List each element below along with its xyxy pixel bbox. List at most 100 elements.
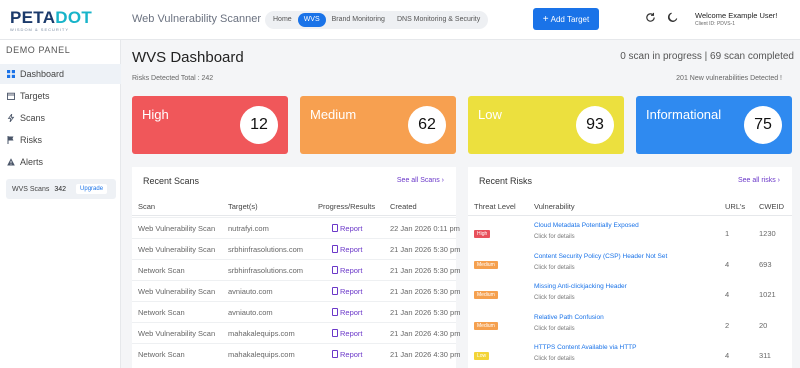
sidebar-item-targets[interactable]: Targets [0, 86, 121, 106]
add-target-button[interactable]: + Add Target [533, 8, 599, 30]
document-icon [332, 266, 338, 274]
threat-level-badge: High [474, 230, 491, 238]
report-link[interactable]: Report [332, 308, 363, 317]
row-divider [132, 259, 456, 260]
sidebar-item-scans[interactable]: Scans [0, 108, 121, 128]
high-count: 12 [240, 106, 278, 144]
vulnerability-link[interactable]: HTTPS Content Available via HTTP [534, 344, 636, 351]
card-informational[interactable]: Informational 75 [636, 96, 792, 154]
scan-target: srbhinfrasolutions.com [228, 266, 304, 275]
table-row: Web Vulnerability Scan mahakalequips.com R… [132, 322, 460, 348]
scan-type: Web Vulnerability Scan [138, 329, 216, 338]
table-row: Medium Relative Path Confusion Click for d… [468, 312, 792, 342]
cweid: 311 [759, 351, 771, 360]
click-for-details[interactable]: Click for details [534, 356, 575, 362]
report-link[interactable]: Report [332, 287, 363, 296]
recent-risks-panel: Recent Risks See all risks › Threat Leve… [468, 167, 792, 368]
url-count: 4 [725, 259, 730, 269]
chevron-right-icon: › [441, 177, 444, 184]
scan-count: 342 [54, 185, 67, 193]
row-divider [132, 322, 456, 323]
url-count: 2 [725, 320, 730, 330]
sidebar-item-alerts[interactable]: Alerts [0, 152, 121, 172]
nav-wvs[interactable]: WVS [297, 13, 326, 27]
upgrade-button[interactable]: Upgrade [76, 184, 108, 194]
see-all-scans-link[interactable]: See all Scans › [397, 177, 444, 184]
document-icon [332, 245, 338, 253]
nav-dns-monitoring[interactable]: DNS Monitoring & Security [391, 13, 486, 27]
report-link[interactable]: Report [332, 329, 363, 338]
scan-target: avniauto.com [228, 308, 273, 317]
vulnerability-link[interactable]: Missing Anti-clickjacking Header [534, 283, 627, 290]
vulnerability-link[interactable]: Relative Path Confusion [534, 314, 604, 321]
moon-icon[interactable] [665, 12, 679, 26]
risks-total: Risks Detected Total : 242 [132, 75, 214, 82]
nav-home[interactable]: Home [267, 13, 298, 27]
report-link[interactable]: Report [332, 350, 363, 359]
table-row: Web Vulnerability Scan srbhinfrasolutions… [132, 238, 460, 264]
bolt-icon [6, 114, 15, 123]
click-for-details[interactable]: Click for details [534, 234, 575, 240]
sidebar-item-dashboard[interactable]: Dashboard [0, 64, 121, 84]
table-row: Network Scan avniauto.com Report 21 Jan 202… [132, 301, 460, 327]
report-label: Report [340, 266, 363, 275]
col-threat-level: Threat Level [474, 202, 516, 211]
col-progress: Progress/Results [318, 202, 376, 211]
table-row: Medium Content Security Policy (CSP) Head… [468, 251, 792, 281]
report-link[interactable]: Report [332, 245, 363, 254]
row-divider [132, 343, 456, 344]
col-cweid: CWEID [759, 202, 784, 211]
vulnerability-link[interactable]: Content Security Policy (CSP) Header Not… [534, 253, 667, 260]
col-scan: Scan [138, 202, 156, 211]
sidebar-item-risks[interactable]: Risks [0, 130, 121, 150]
scan-type: Web Vulnerability Scan [138, 287, 216, 296]
calendar-icon [6, 92, 15, 101]
cweid: 1230 [759, 229, 776, 238]
scan-type: Web Vulnerability Scan [138, 245, 216, 254]
app-title: Web Vulnerability Scanner [132, 13, 262, 25]
card-high[interactable]: High 12 [132, 96, 288, 154]
card-low[interactable]: Low 93 [468, 96, 624, 154]
table-row: Medium Missing Anti-clickjacking Header Cl… [468, 281, 792, 311]
scan-created: 21 Jan 2026 4:30 pm [390, 329, 461, 338]
refresh-icon[interactable] [643, 12, 657, 26]
flag-icon [6, 136, 15, 145]
threat-level-badge: Medium [474, 321, 498, 330]
col-vulnerability: Vulnerability [534, 202, 575, 211]
table-row: Web Vulnerability Scan nutrafyi.com Report… [132, 217, 460, 243]
nav-brand-monitoring[interactable]: Brand Monitoring [326, 13, 391, 27]
report-link[interactable]: Report [332, 224, 363, 233]
wvs-scans-box: WVS Scans 342 Upgrade [6, 179, 116, 199]
grid-icon [6, 70, 15, 79]
warning-icon [6, 158, 15, 167]
scan-target: mahakalequips.com [228, 350, 295, 359]
sidebar: DEMO PANEL Dashboard Targets Scans Risks… [0, 40, 121, 368]
click-for-details[interactable]: Click for details [534, 326, 575, 332]
client-id: Client ID: PDVS-1 [695, 21, 736, 27]
recent-scans-title: Recent Scans [143, 176, 200, 186]
scan-created: 21 Jan 2026 5:30 pm [390, 287, 461, 296]
threat-level-badge: Medium [474, 260, 498, 269]
scan-type: Network Scan [138, 308, 185, 317]
click-for-details[interactable]: Click for details [534, 265, 575, 271]
scan-target: srbhinfrasolutions.com [228, 245, 304, 254]
document-icon [332, 308, 338, 316]
table-row: Low HTTPS Content Available via HTTP Click… [468, 342, 792, 368]
report-link[interactable]: Report [332, 266, 363, 275]
card-medium[interactable]: Medium 62 [300, 96, 456, 154]
plus-icon: + [542, 13, 549, 25]
report-label: Report [340, 350, 363, 359]
scan-created: 22 Jan 2026 0:11 pm [390, 224, 460, 233]
document-icon [332, 329, 338, 337]
report-label: Report [340, 224, 363, 233]
table-row: High Cloud Metadata Potentially Exposed Cl… [468, 220, 792, 250]
vulnerability-link[interactable]: Cloud Metadata Potentially Exposed [534, 222, 639, 229]
report-label: Report [340, 245, 363, 254]
click-for-details[interactable]: Click for details [534, 295, 575, 301]
cweid: 1021 [759, 290, 776, 299]
top-nav: Home WVS Brand Monitoring DNS Monitoring… [265, 11, 489, 29]
see-all-risks-link[interactable]: See all risks › [738, 177, 780, 184]
url-count: 4 [725, 290, 730, 299]
petadot-logo[interactable]: PETADOT Wisdom & Security [10, 9, 92, 33]
panel-title: DEMO PANEL [6, 45, 71, 55]
